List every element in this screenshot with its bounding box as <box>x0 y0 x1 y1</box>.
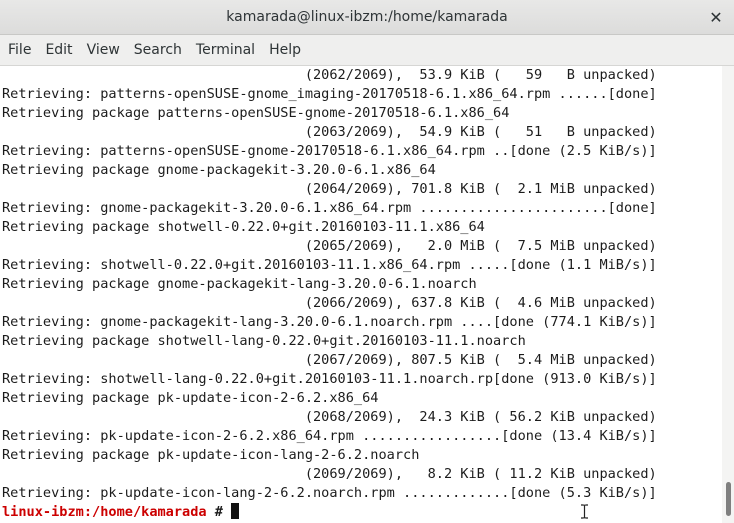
terminal-output[interactable]: (2062/2069), 53.9 KiB ( 59 B unpacked) R… <box>0 66 722 523</box>
terminal-line: Retrieving: pk-update-icon-2-6.2.x86_64.… <box>2 428 657 444</box>
prompt-symbol: # <box>206 504 232 520</box>
terminal-line: Retrieving package pk-update-icon-2-6.2.… <box>2 390 379 406</box>
menu-terminal[interactable]: Terminal <box>189 35 262 66</box>
terminal-line: (2067/2069), 807.5 KiB ( 5.4 MiB unpacke… <box>2 352 657 368</box>
terminal-line: Retrieving package patterns-openSUSE-gno… <box>2 105 510 121</box>
vertical-scrollbar[interactable] <box>722 66 734 523</box>
terminal-line: Retrieving package pk-update-icon-lang-2… <box>2 447 420 463</box>
menu-edit[interactable]: Edit <box>38 35 79 66</box>
terminal-line: Retrieving: gnome-packagekit-3.20.0-6.1.… <box>2 200 657 216</box>
terminal-line: Retrieving: patterns-openSUSE-gnome_imag… <box>2 86 657 102</box>
terminal-line: (2063/2069), 54.9 KiB ( 51 B unpacked) <box>2 124 657 140</box>
ibeam-cursor-icon <box>581 504 588 519</box>
close-icon[interactable]: ✕ <box>708 0 724 35</box>
terminal-line: (2065/2069), 2.0 MiB ( 7.5 MiB unpacked) <box>2 238 657 254</box>
terminal-line: Retrieving: gnome-packagekit-lang-3.20.0… <box>2 314 657 330</box>
terminal-line: Retrieving package gnome-packagekit-lang… <box>2 276 477 292</box>
terminal-line: (2064/2069), 701.8 KiB ( 2.1 MiB unpacke… <box>2 181 657 197</box>
terminal-line: (2068/2069), 24.3 KiB ( 56.2 KiB unpacke… <box>2 409 657 425</box>
terminal-line: Retrieving: shotwell-lang-0.22.0+git.201… <box>2 371 657 387</box>
menu-help[interactable]: Help <box>262 35 308 66</box>
scrollbar-thumb[interactable] <box>726 482 731 516</box>
shell-prompt[interactable]: linux-ibzm:/home/kamarada # <box>0 503 722 522</box>
text-cursor <box>231 503 240 519</box>
window-title: kamarada@linux-ibzm:/home/kamarada <box>226 9 508 25</box>
menu-file[interactable]: File <box>0 35 38 66</box>
terminal-line: Retrieving: shotwell-0.22.0+git.20160103… <box>2 257 657 273</box>
terminal-line: Retrieving package gnome-packagekit-3.20… <box>2 162 436 178</box>
terminal-line: Retrieving package shotwell-0.22.0+git.2… <box>2 219 485 235</box>
terminal-line: Retrieving package shotwell-lang-0.22.0+… <box>2 333 526 349</box>
menu-view[interactable]: View <box>80 35 127 66</box>
terminal-line: (2062/2069), 53.9 KiB ( 59 B unpacked) <box>2 67 657 83</box>
terminal-line: Retrieving: pk-update-icon-lang-2-6.2.no… <box>2 485 657 501</box>
menu-search[interactable]: Search <box>127 35 189 66</box>
terminal-line: Retrieving: patterns-openSUSE-gnome-2017… <box>2 143 657 159</box>
title-bar[interactable]: kamarada@linux-ibzm:/home/kamarada ✕ <box>0 0 734 35</box>
prompt-path: linux-ibzm:/home/kamarada <box>2 504 207 520</box>
terminal-line: (2066/2069), 637.8 KiB ( 4.6 MiB unpacke… <box>2 295 657 311</box>
terminal-line: (2069/2069), 8.2 KiB ( 11.2 KiB unpacked… <box>2 466 657 482</box>
menu-bar: File Edit View Search Terminal Help <box>0 35 734 66</box>
